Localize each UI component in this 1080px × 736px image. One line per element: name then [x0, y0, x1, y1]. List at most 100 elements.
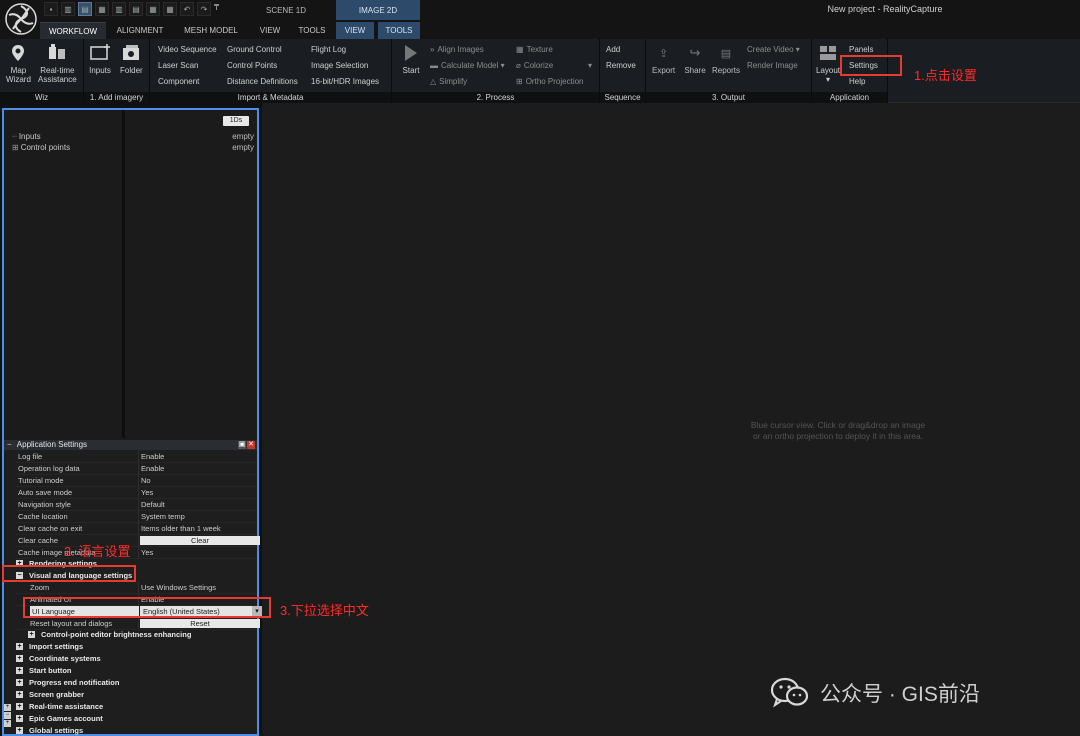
- tab-scene-1d[interactable]: SCENE 1D: [238, 0, 334, 20]
- 1ds-badge[interactable]: 1Ds: [223, 116, 249, 126]
- section-start-button[interactable]: + Start button: [16, 666, 72, 675]
- section-import-settings[interactable]: + Import settings: [16, 642, 83, 651]
- clear-cache-button[interactable]: Clear: [140, 536, 260, 545]
- collapse-all-icon[interactable]: −: [4, 712, 11, 719]
- section-screen-grabber[interactable]: + Screen grabber: [16, 690, 84, 699]
- expand-icon[interactable]: ⊞: [12, 143, 19, 152]
- layout-3-icon[interactable]: ▤: [78, 2, 92, 16]
- tree-item-control-points[interactable]: ⊞ Control points: [12, 143, 70, 152]
- setting-row[interactable]: Clear cache on exit Items older than 1 we…: [16, 523, 257, 535]
- simplify-button[interactable]: △ Simplify: [430, 77, 467, 86]
- tab-image-2d[interactable]: IMAGE 2D: [336, 0, 420, 20]
- image-2d-viewport[interactable]: [262, 103, 1080, 736]
- inputs-button[interactable]: Inputs: [89, 43, 111, 75]
- setting-row-zoom[interactable]: Zoom Use Windows Settings: [16, 582, 257, 594]
- pin-icon[interactable]: ₸: [214, 3, 219, 12]
- annotation-box-visual-language: [2, 565, 136, 582]
- ribbon-group-process: Start » Align Images ▬ Calculate Model ▾ △…: [392, 39, 600, 103]
- section-coordinate-systems[interactable]: + Coordinate systems: [16, 654, 101, 663]
- reset-layout-button[interactable]: Reset: [140, 619, 260, 628]
- layout-1-icon[interactable]: ▪: [44, 2, 58, 16]
- section-cp-brightness[interactable]: + Control-point editor brightness enhanci…: [28, 630, 191, 639]
- expand-icon[interactable]: +: [16, 715, 23, 722]
- layout-8-icon[interactable]: ▦: [163, 2, 177, 16]
- control-points-button[interactable]: Control Points: [227, 61, 277, 70]
- flight-log-button[interactable]: Flight Log: [311, 45, 346, 54]
- section-progress-end-notification[interactable]: + Progress end notification: [16, 678, 119, 687]
- reports-button[interactable]: ▤ Reports: [712, 43, 740, 76]
- tab-view-2d[interactable]: VIEW: [336, 22, 374, 39]
- expand-icon[interactable]: +: [16, 643, 23, 650]
- section-epic-games-account[interactable]: + Epic Games account: [16, 714, 103, 723]
- distance-definitions-button[interactable]: Distance Definitions: [227, 77, 298, 86]
- start-button[interactable]: Start: [400, 43, 422, 75]
- expand-icon[interactable]: +: [16, 691, 23, 698]
- tab-workflow[interactable]: WORKFLOW: [40, 22, 106, 39]
- setting-row[interactable]: Operation log data Enable: [16, 463, 257, 475]
- collapse-icon[interactable]: −: [7, 440, 15, 450]
- image-selection-button[interactable]: Image Selection: [311, 61, 368, 70]
- folder-button[interactable]: Folder: [120, 43, 143, 75]
- texture-button[interactable]: ▦ Texture: [516, 45, 553, 54]
- section-global-settings[interactable]: + Global settings: [16, 726, 83, 735]
- component-button[interactable]: Component: [158, 77, 199, 86]
- layout-7-icon[interactable]: ▦: [146, 2, 160, 16]
- expand-icon[interactable]: +: [16, 667, 23, 674]
- wechat-icon: [770, 677, 809, 708]
- tab-alignment[interactable]: ALIGNMENT: [108, 22, 172, 39]
- expand-icon[interactable]: +: [16, 655, 23, 662]
- layout-4-icon[interactable]: ▦: [95, 2, 109, 16]
- realitycapture-logo-icon[interactable]: [4, 2, 38, 36]
- map-wizard-button[interactable]: Map Wizard: [6, 43, 31, 84]
- tab-tools[interactable]: TOOLS: [292, 22, 332, 39]
- redo-icon[interactable]: ↷: [197, 2, 211, 16]
- tab-tools-2d[interactable]: TOOLS: [378, 22, 420, 39]
- create-video-button[interactable]: Create Video ▾: [747, 45, 800, 54]
- share-button[interactable]: ↪ Share: [684, 43, 706, 75]
- align-images-button[interactable]: » Align Images: [430, 45, 484, 54]
- expand-icon[interactable]: +: [16, 679, 23, 686]
- setting-row[interactable]: Cache location System temp: [16, 511, 257, 523]
- close-icon[interactable]: ✕: [247, 441, 255, 449]
- expand-icon[interactable]: +: [28, 631, 35, 638]
- setting-row[interactable]: Navigation style Default: [16, 499, 257, 511]
- realtime-assistance-button[interactable]: Real-time Assistance: [38, 43, 77, 84]
- panels-button[interactable]: Panels: [849, 45, 873, 54]
- layout-button[interactable]: Layout ▾: [816, 43, 840, 84]
- layout-6-icon[interactable]: ▤: [129, 2, 143, 16]
- layout-5-icon[interactable]: ▥: [112, 2, 126, 16]
- layout-2-icon[interactable]: ▥: [61, 2, 75, 16]
- setting-row[interactable]: Log file Enable: [16, 451, 257, 463]
- project-tree: ┈ Inputs ⊞ Control points: [4, 110, 122, 438]
- ground-control-button[interactable]: Ground Control: [227, 45, 282, 54]
- render-image-button[interactable]: Render Image: [747, 61, 798, 70]
- hdr-images-button[interactable]: 16-bit/HDR Images: [311, 77, 379, 86]
- calculate-model-button[interactable]: ▬ Calculate Model ▾: [430, 61, 505, 70]
- setting-row[interactable]: Tutorial mode No: [16, 475, 257, 487]
- laser-scan-button[interactable]: Laser Scan: [158, 61, 198, 70]
- expand-all-icon[interactable]: +: [4, 704, 11, 711]
- section-realtime-assistance[interactable]: + Real-time assistance: [16, 702, 103, 711]
- expand-icon[interactable]: +: [4, 720, 11, 727]
- sequence-remove-button[interactable]: Remove: [606, 61, 636, 70]
- pin-panel-icon[interactable]: ▣: [238, 441, 246, 449]
- colorize-button[interactable]: ⌀ Colorize: [516, 61, 553, 70]
- video-sequence-button[interactable]: Video Sequence: [158, 45, 217, 54]
- ribbon-group-process-label: 2. Process: [392, 92, 599, 103]
- setting-row[interactable]: Auto save mode Yes: [16, 487, 257, 499]
- setting-row-reset-layout: Reset layout and dialogs Reset: [16, 618, 260, 630]
- tab-mesh-model[interactable]: MESH MODEL: [176, 22, 246, 39]
- tab-view[interactable]: VIEW: [250, 22, 290, 39]
- setting-row[interactable]: Cache image metadata Yes: [16, 547, 257, 559]
- help-button[interactable]: Help: [849, 77, 865, 86]
- ortho-projection-button[interactable]: ⊞ Ortho Projection: [516, 77, 584, 86]
- export-button[interactable]: ⇪ Export: [652, 43, 675, 76]
- colorize-dropdown-icon[interactable]: ▾: [588, 61, 592, 70]
- undo-icon[interactable]: ↶: [180, 2, 194, 16]
- expand-icon[interactable]: +: [16, 727, 23, 734]
- expand-icon[interactable]: +: [16, 703, 23, 710]
- window-title: New project - RealityCapture: [827, 4, 943, 14]
- watermark-text: 公众号 · GIS前沿: [820, 683, 980, 706]
- sequence-add-button[interactable]: Add: [606, 45, 620, 54]
- tree-item-inputs[interactable]: ┈ Inputs: [12, 132, 41, 141]
